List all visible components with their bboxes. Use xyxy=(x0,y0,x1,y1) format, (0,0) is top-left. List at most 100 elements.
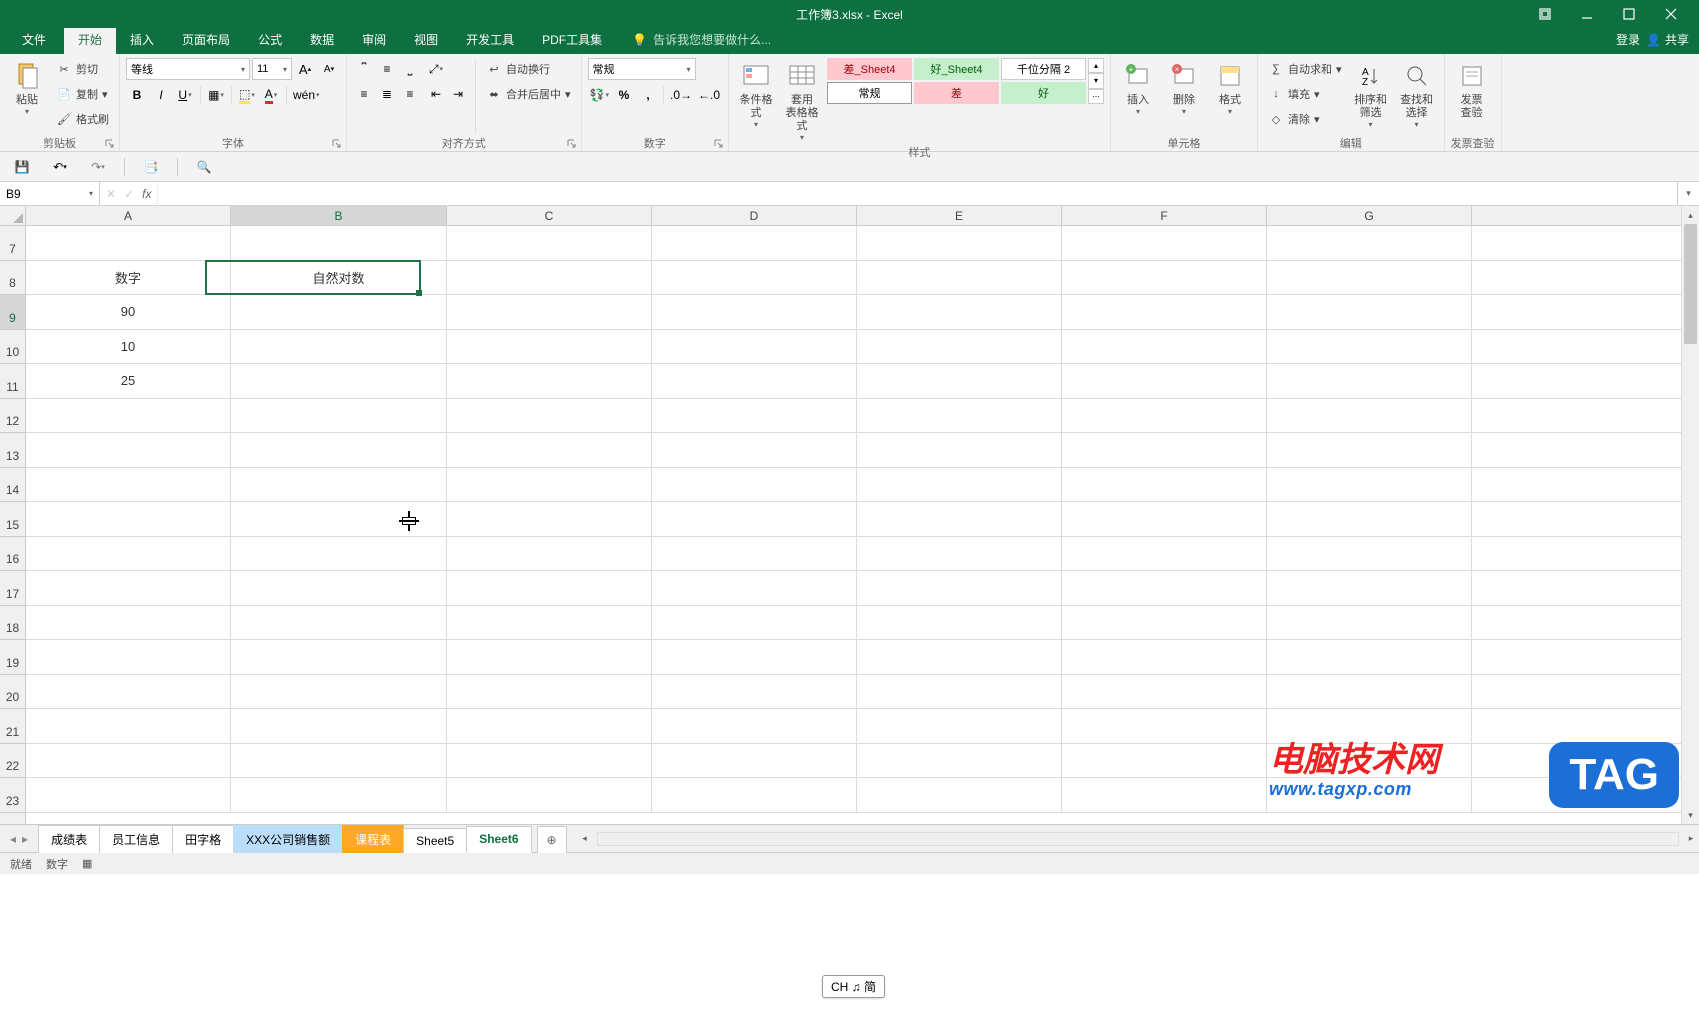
orientation-button[interactable]: ⤢▾ xyxy=(425,58,447,80)
style-normal[interactable]: 常规 xyxy=(827,82,912,104)
sheet-tab-成绩表[interactable]: 成绩表 xyxy=(38,825,100,853)
cell-D18[interactable] xyxy=(652,606,857,640)
cell-F20[interactable] xyxy=(1062,675,1267,709)
decrease-font-button[interactable]: A▾ xyxy=(318,58,340,80)
cell-D20[interactable] xyxy=(652,675,857,709)
cell-styles-gallery[interactable]: 差_Sheet4 好_Sheet4 千位分隔 2 常规 差 好 ▴ ▾ ⋯ xyxy=(827,58,1104,104)
row-header-12[interactable]: 12 xyxy=(0,399,25,434)
cell-D15[interactable] xyxy=(652,502,857,536)
cell-B19[interactable] xyxy=(231,640,447,674)
expand-formula-bar-button[interactable]: ▾ xyxy=(1677,182,1699,205)
redo-button[interactable]: ↷▾ xyxy=(86,155,110,179)
row-header-17[interactable]: 17 xyxy=(0,571,25,606)
copy-button[interactable]: 📄复制▾ xyxy=(52,83,113,105)
cell-A9[interactable]: 90 xyxy=(26,295,231,329)
font-color-button[interactable]: A▾ xyxy=(260,84,282,106)
share-button[interactable]: 👤 共享 xyxy=(1646,31,1689,48)
row-header-18[interactable]: 18 xyxy=(0,606,25,641)
cell-A16[interactable] xyxy=(26,537,231,571)
cell-C18[interactable] xyxy=(447,606,652,640)
quick-print-button[interactable]: 📑 xyxy=(139,155,163,179)
cell-B14[interactable] xyxy=(231,468,447,502)
cell-E7[interactable] xyxy=(857,226,1062,260)
cell-A12[interactable] xyxy=(26,399,231,433)
tab-insert[interactable]: 插入 xyxy=(116,25,168,54)
maximize-button[interactable] xyxy=(1609,1,1649,27)
cell-E12[interactable] xyxy=(857,399,1062,433)
accounting-format-button[interactable]: 💱▾ xyxy=(588,84,611,106)
bold-button[interactable]: B xyxy=(126,84,148,106)
cell-B17[interactable] xyxy=(231,571,447,605)
delete-cells-button[interactable]: ×删除▾ xyxy=(1163,58,1205,118)
dialog-launcher-icon[interactable] xyxy=(332,139,342,149)
insert-cells-button[interactable]: +插入▾ xyxy=(1117,58,1159,118)
wrap-text-button[interactable]: ↩自动换行 xyxy=(482,58,575,80)
align-bottom-button[interactable]: ⎵ xyxy=(399,58,421,80)
font-size-combo[interactable]: 11▾ xyxy=(252,58,292,80)
format-cells-button[interactable]: 格式▾ xyxy=(1209,58,1251,118)
scroll-thumb[interactable] xyxy=(1684,224,1697,344)
tab-data[interactable]: 数据 xyxy=(296,25,348,54)
horizontal-scrollbar[interactable]: ◂ ▸ xyxy=(577,825,1699,852)
cell-C8[interactable] xyxy=(447,261,652,295)
cell-F8[interactable] xyxy=(1062,261,1267,295)
cell-E15[interactable] xyxy=(857,502,1062,536)
sheet-nav-last[interactable]: ▸ xyxy=(22,832,28,846)
scroll-up-button[interactable]: ▴ xyxy=(1682,206,1699,224)
insert-function-button[interactable]: fx xyxy=(142,187,151,201)
cell-F10[interactable] xyxy=(1062,330,1267,364)
tab-pdf-tools[interactable]: PDF工具集 xyxy=(528,25,616,54)
cell-G9[interactable] xyxy=(1267,295,1472,329)
align-left-button[interactable]: ≡ xyxy=(353,83,375,105)
vertical-scrollbar[interactable]: ▴ ▾ xyxy=(1681,206,1699,824)
sheet-tab-员工信息[interactable]: 员工信息 xyxy=(99,825,173,853)
cell-B18[interactable] xyxy=(231,606,447,640)
clear-button[interactable]: ◇清除▾ xyxy=(1264,108,1346,130)
cell-C11[interactable] xyxy=(447,364,652,398)
cell-B8[interactable]: 自然对数 xyxy=(231,261,447,295)
enter-formula-button[interactable]: ✓ xyxy=(124,187,134,201)
cell-C17[interactable] xyxy=(447,571,652,605)
increase-font-button[interactable]: A▴ xyxy=(294,58,316,80)
number-format-combo[interactable]: 常规▾ xyxy=(588,58,696,80)
sheet-tab-XXX公司销售额[interactable]: XXX公司销售额 xyxy=(233,825,343,853)
cell-E23[interactable] xyxy=(857,778,1062,812)
row-header-14[interactable]: 14 xyxy=(0,468,25,503)
cell-E11[interactable] xyxy=(857,364,1062,398)
cell-E17[interactable] xyxy=(857,571,1062,605)
gallery-up-button[interactable]: ▴ xyxy=(1088,58,1104,73)
cell-B7[interactable] xyxy=(231,226,447,260)
cell-A21[interactable] xyxy=(26,709,231,743)
cell-G12[interactable] xyxy=(1267,399,1472,433)
cell-A13[interactable] xyxy=(26,433,231,467)
cell-E18[interactable] xyxy=(857,606,1062,640)
cell-G18[interactable] xyxy=(1267,606,1472,640)
style-comma2[interactable]: 千位分隔 2 xyxy=(1001,58,1086,80)
cell-A14[interactable] xyxy=(26,468,231,502)
row-header-10[interactable]: 10 xyxy=(0,330,25,365)
cell-D17[interactable] xyxy=(652,571,857,605)
cell-A23[interactable] xyxy=(26,778,231,812)
cell-C14[interactable] xyxy=(447,468,652,502)
decrease-decimal-button[interactable]: ←.0 xyxy=(696,84,722,106)
gallery-more-button[interactable]: ⋯ xyxy=(1088,89,1104,104)
cell-G8[interactable] xyxy=(1267,261,1472,295)
undo-button[interactable]: ↶▾ xyxy=(48,155,72,179)
underline-button[interactable]: U▾ xyxy=(174,84,196,106)
cell-B12[interactable] xyxy=(231,399,447,433)
row-header-15[interactable]: 15 xyxy=(0,502,25,537)
border-button[interactable]: ▦▾ xyxy=(205,84,227,106)
fill-button[interactable]: ↓填充▾ xyxy=(1264,83,1346,105)
new-sheet-button[interactable]: ⊕ xyxy=(537,826,567,853)
cell-A20[interactable] xyxy=(26,675,231,709)
cell-F23[interactable] xyxy=(1062,778,1267,812)
cell-F11[interactable] xyxy=(1062,364,1267,398)
cell-G16[interactable] xyxy=(1267,537,1472,571)
sheet-tab-课程表[interactable]: 课程表 xyxy=(342,825,404,853)
tab-page-layout[interactable]: 页面布局 xyxy=(168,25,244,54)
cell-C16[interactable] xyxy=(447,537,652,571)
cell-D9[interactable] xyxy=(652,295,857,329)
cell-D21[interactable] xyxy=(652,709,857,743)
invoice-check-button[interactable]: 发票 查验 xyxy=(1451,58,1493,122)
cell-F13[interactable] xyxy=(1062,433,1267,467)
